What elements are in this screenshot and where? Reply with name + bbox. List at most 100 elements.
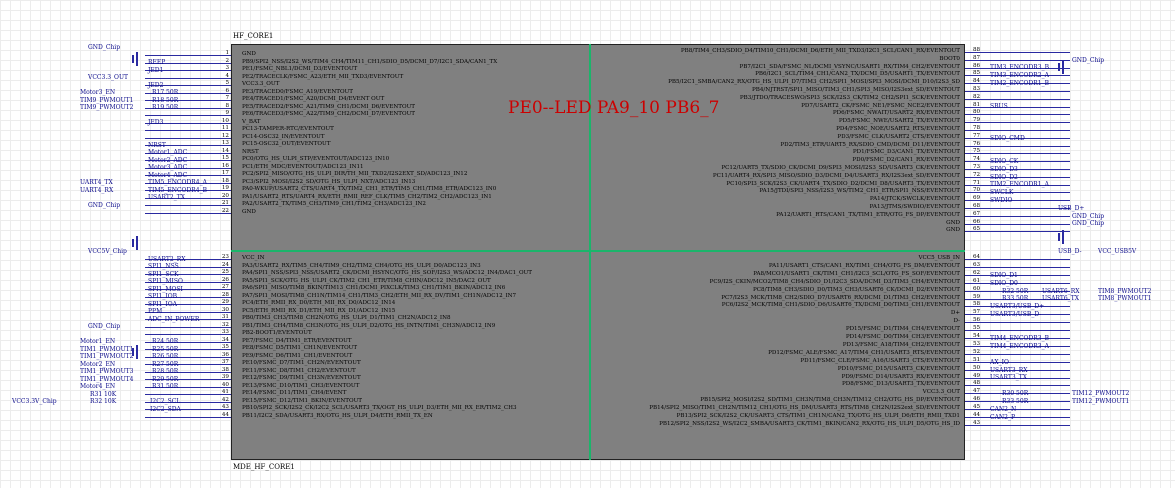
wire — [965, 106, 1070, 108]
left-net-label: JED1 — [148, 66, 164, 74]
left-pin-function: PC2/SPI2_MISO/OTG_HS_ULPI_DIR/TH_MII_TXD… — [242, 171, 468, 177]
wire — [132, 348, 134, 356]
left-net-label: Motor4_ADC — [148, 171, 188, 179]
wire — [965, 145, 1070, 147]
left-net-label: Motor2_ADC — [148, 156, 188, 164]
right-pin-function: PD0/FSMC_D2/CAN1_RX/EVENTOUT — [852, 157, 960, 164]
left-pin-function: PC1/ETH_MDC/EVENTOUT/ADC123_IN11 — [242, 163, 364, 170]
left-pin-function: PE1/FSMC_NBL1/DCMI_D3/EVENTOUT — [242, 66, 358, 72]
wire — [145, 334, 231, 335]
right-net-label: TIM4_ENCODR3_B — [990, 334, 1050, 342]
left-net-label: GND_Chip — [88, 201, 121, 209]
right-pin-function: PD11/FSMC_CLE/FSMC_A16/USART3_CTS/EVENTO… — [800, 357, 960, 364]
left-pin-function: PE9/FSMC_D6/TIM1_CH1/EVENTOUT — [242, 352, 353, 359]
wire — [145, 205, 231, 206]
left-net-label: USART2_TX — [148, 194, 186, 201]
left-pin-function: PB10/SPI2_SCK/I2S2_CK/I2C2_SCL/USART3_TX… — [242, 405, 517, 411]
component-top-ref: HF_CORE1 — [233, 32, 274, 40]
right-pin-function: PD4/FSMC_NOE/USART2_RTS/EVENTOUT — [836, 126, 960, 132]
left-net-label: GND_Chip — [88, 44, 121, 51]
right-pin-function: VCC3.3_OUT — [922, 389, 960, 396]
left-inner-label: R24 50R — [152, 338, 179, 345]
left-pin-function: PC5/ETH_RMII_RX_D1/ETH_MII_RX_D1/ADC12_I… — [242, 307, 396, 314]
wire — [136, 345, 138, 359]
left-net-label: VCC3.3V_Chip — [12, 398, 57, 405]
wire — [965, 417, 1070, 418]
wire — [132, 55, 134, 63]
left-pin-function: PC15-OSC32_OUT/EVENTOUT — [242, 141, 331, 147]
right-net-label: SDIO_D1 — [990, 271, 1018, 279]
right-net-label: SDIO_CK — [990, 158, 1019, 165]
wire — [1062, 230, 1064, 244]
wire — [965, 122, 1070, 124]
left-net-label: Motor1_ADC — [148, 149, 188, 156]
right-pin-function: PA14/JTCK/SWCLK/EVENTOUT — [869, 196, 960, 203]
wire — [965, 153, 1070, 155]
right-pin-function: PB7/I2C1_SDA/FSMC_NL/DCMI_VSYNC/USART1_R… — [739, 63, 960, 70]
left-net-label: SPI1_SCK — [148, 270, 179, 278]
right-pin-function: PD15/FSMC_D1/TIM4_CH4/EVENTOUT — [845, 326, 960, 333]
left-pin-function: PA7/SPI1_MOSI/TIM8_CH1N/TIM14_CH1/TIM3_C… — [242, 292, 517, 299]
wire — [145, 77, 231, 79]
right-net-label: TIM12_PWMOUT1 — [1072, 398, 1130, 406]
right-pin-function: PD14/FSMC_D0/TIM4_CH3/EVENTOUT — [845, 334, 960, 340]
right-pin-function: PD1/FSMC_D3/CAN1_TX/EVENTOUT — [852, 149, 960, 156]
right-pin-function: PB12/SPI2_NSS/I2S2_WS/I2C2_SMBA/USART3_C… — [659, 420, 960, 427]
left-net-label: PPM — [148, 308, 163, 315]
wire — [965, 231, 1070, 233]
right-net-label: TIM12_PWMOUT2 — [1072, 390, 1130, 398]
right-net-label: R30 50R — [1002, 390, 1029, 398]
right-net-label: GND_Chip — [1072, 56, 1105, 64]
left-pin-function: PB9/SPI2_NSS/I2S2_WS/TIM4_CH4/TIM11_CH1/… — [242, 58, 498, 65]
left-inner-label: R17 50R — [152, 89, 179, 96]
left-net-label: JED2 — [148, 81, 164, 89]
left-inner-label: R19 50R — [152, 104, 179, 111]
wire — [145, 137, 231, 139]
left-pin-function: PA4/SPI1_NSS/SPI3_NSS/USART2_CK/DCMI_HSY… — [242, 270, 532, 276]
left-pin-function: GND — [242, 51, 256, 57]
right-net-label: TIM3_ENCODR3_B — [990, 64, 1050, 72]
wire — [965, 266, 1070, 268]
right-net-label: CAN2_P — [990, 413, 1016, 421]
right-net-label: USB_D+ — [1058, 204, 1085, 212]
wire — [965, 52, 1070, 53]
left-net-label: JED3 — [148, 119, 164, 126]
wire — [145, 115, 231, 116]
wire — [132, 239, 134, 247]
left-pin-function: PE3/TRACED0/FSMC_A19/EVENTOUT — [242, 88, 353, 95]
right-pin-function: PC10/SPI3_SCK/I2S3_CK/UART4_TX/SDIO_D2/D… — [726, 180, 960, 187]
wire — [965, 330, 1070, 332]
left-inner-label: R25 50R — [152, 345, 179, 353]
left-inner-label: R18 50R — [152, 96, 179, 104]
left-pin-function: PE7/FSMC_D4/TIM1_ETR/EVENTOUT — [242, 337, 352, 344]
wire — [965, 385, 1070, 387]
left-pin-function: PA1/USART2_RTS/UART4_RX/ETH_RMII_REF_CLK… — [242, 193, 492, 200]
right-pin-function: PD6/FSMC_NWAIT/USART2_RX/EVENTOUT — [832, 110, 960, 117]
left-net-label: USART2_RX — [148, 255, 186, 263]
wire — [136, 52, 138, 66]
wire — [145, 394, 231, 395]
right-pin-function: PB13/SPI2_SCK/I2S2_CK/USART3_CTS/TIM1_CH… — [676, 413, 960, 419]
left-pin-function: PA3/USART2_RX/TIM5_CH4/TIM9_CH2/TIM2_CH4… — [242, 262, 481, 269]
right-net-label: USART6_RX — [1042, 287, 1080, 295]
left-inner-label: TIM5_ENCODR4_B — [148, 186, 208, 194]
left-net-label: Motor1_EN — [80, 338, 116, 345]
wire — [1062, 60, 1064, 74]
right-pin-function: PD9/FSMC_D14/USART3_RX/EVENTOUT — [841, 373, 960, 380]
wire — [965, 91, 1070, 92]
left-pin-function: PC3/SPI2_MOSI/I2S2_SD/OTG_HS_ULPI_NXT/AD… — [242, 178, 416, 185]
right-net-label: TIM2_ENCODR1_B — [990, 80, 1050, 87]
right-pin-function: PA15/JTDI/SPI3_NSS/I2S3_WS/TIM2_CH1_ETR/… — [759, 188, 960, 195]
left-pin-function: PE15/FSMC_D12/TIM1_BKIN/EVENTOUT — [242, 397, 363, 404]
right-pin-function: PB14/SPI2_MISO/TIM1_CH2N/TIM12_CH1/OTG_H… — [649, 405, 960, 412]
left-pin-function: PA2/USART2_TX/TIM5_CH3/TIM9_CH1/TIM2_CH3… — [242, 201, 426, 207]
right-pin-function: PA13/JTMS/SWDIO/EVENTOUT — [869, 204, 960, 210]
wire — [965, 361, 1070, 363]
wire — [1058, 63, 1060, 71]
right-net-label: R33 50R — [1002, 295, 1029, 303]
left-net-label: SPI1_IOB — [148, 293, 178, 300]
right-net-label: TIM8_PWMOUT2 — [1098, 287, 1152, 295]
right-pin-function: PB4/NJTRST/SPI1_MISO/TIM3_CH1/SPI3_MISO/… — [751, 87, 960, 93]
right-net-label: TIM3_ENCODR2_A — [990, 72, 1049, 80]
right-net-label: GND_Chip — [1072, 220, 1105, 228]
